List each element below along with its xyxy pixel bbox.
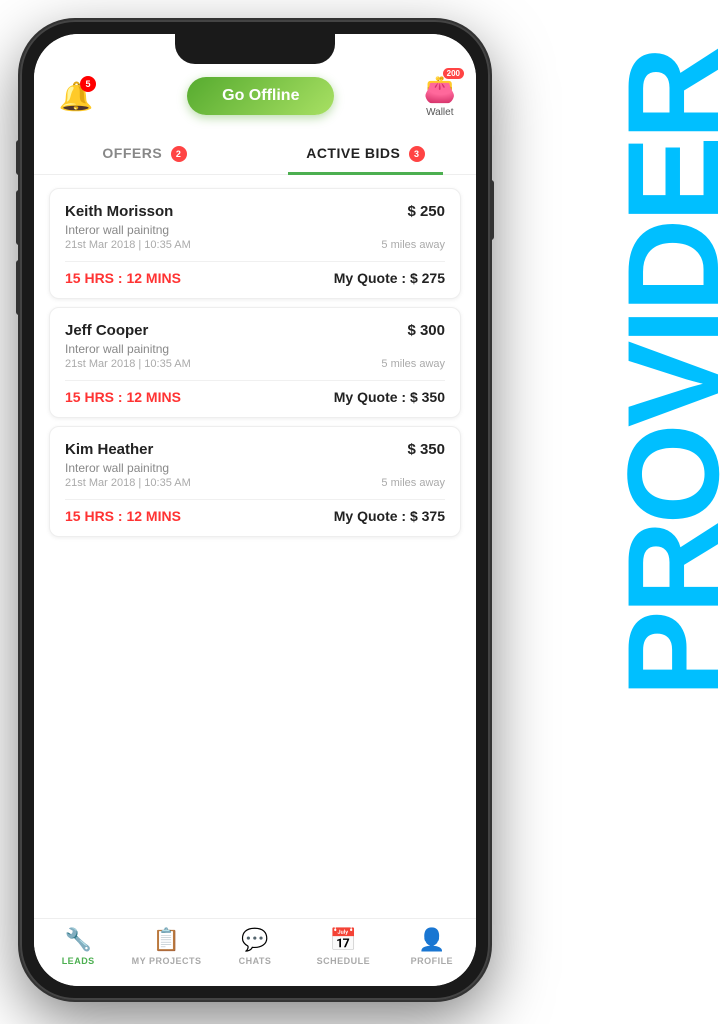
bid-top-row-2: Kim Heather $ 350 [65, 441, 445, 458]
bid-datetime-2: 21st Mar 2018 | 10:35 AM [65, 477, 191, 489]
tab-offers[interactable]: OFFERS 2 [34, 133, 255, 174]
my-projects-icon: 📋 [153, 927, 180, 953]
side-button-mute [16, 140, 20, 175]
bid-meta-0: 21st Mar 2018 | 10:35 AM 5 miles away [65, 239, 445, 251]
wallet-label: Wallet [426, 107, 453, 118]
leads-icon: 🔧 [65, 927, 92, 953]
bid-price-0: $ 250 [407, 203, 445, 220]
nav-label-schedule: SCHEDULE [317, 956, 371, 966]
bid-list: Keith Morisson $ 250 Interor wall painit… [34, 175, 476, 918]
bid-quote-0: My Quote : $ 275 [334, 270, 445, 286]
provider-background-text: PROVIDER [608, 50, 728, 697]
bid-bottom-0: 15 HRS : 12 MINS My Quote : $ 275 [65, 261, 445, 286]
tabs-container: OFFERS 2 ACTIVE BIDS 3 [34, 133, 476, 175]
nav-label-leads: LEADS [62, 956, 95, 966]
bid-distance-2: 5 miles away [381, 477, 445, 489]
nav-label-my-projects: MY PROJECTS [132, 956, 202, 966]
bid-service-0: Interor wall painitng [65, 223, 445, 237]
side-button-power [490, 180, 494, 240]
bid-bottom-2: 15 HRS : 12 MINS My Quote : $ 375 [65, 499, 445, 524]
bid-top-row-0: Keith Morisson $ 250 [65, 203, 445, 220]
tab-active-bids[interactable]: ACTIVE BIDS 3 [255, 133, 476, 174]
nav-item-leads[interactable]: 🔧 LEADS [34, 927, 122, 966]
bid-top-row-1: Jeff Cooper $ 300 [65, 322, 445, 339]
phone-screen: 🔔 5 Go Offline 👛 200 Wallet [34, 34, 476, 986]
notification-bell[interactable]: 🔔 5 [54, 74, 98, 118]
bid-distance-1: 5 miles away [381, 358, 445, 370]
wallet-badge: 200 [443, 68, 464, 79]
tab-offers-label: OFFERS [102, 145, 162, 161]
side-button-volume-up [16, 190, 20, 245]
app-content: 🔔 5 Go Offline 👛 200 Wallet [34, 34, 476, 986]
bid-distance-0: 5 miles away [381, 239, 445, 251]
nav-label-chats: CHATS [239, 956, 272, 966]
bid-bottom-1: 15 HRS : 12 MINS My Quote : $ 350 [65, 380, 445, 405]
bid-price-1: $ 300 [407, 322, 445, 339]
chats-icon: 💬 [241, 927, 268, 953]
bid-price-2: $ 350 [407, 441, 445, 458]
bid-card-1[interactable]: Jeff Cooper $ 300 Interor wall painitng … [49, 307, 461, 418]
bid-service-1: Interor wall painitng [65, 342, 445, 356]
wallet-area[interactable]: 👛 200 Wallet [424, 74, 456, 118]
bid-meta-1: 21st Mar 2018 | 10:35 AM 5 miles away [65, 358, 445, 370]
bid-datetime-1: 21st Mar 2018 | 10:35 AM [65, 358, 191, 370]
nav-item-chats[interactable]: 💬 CHATS [211, 927, 299, 966]
go-offline-button[interactable]: Go Offline [187, 77, 334, 115]
tab-offers-badge: 2 [171, 146, 187, 162]
bid-timer-2: 15 HRS : 12 MINS [65, 508, 181, 524]
bottom-nav: 🔧 LEADS 📋 MY PROJECTS 💬 CHATS 📅 SCHEDULE [34, 918, 476, 986]
bid-service-2: Interor wall painitng [65, 461, 445, 475]
bid-quote-1: My Quote : $ 350 [334, 389, 445, 405]
tab-active-bids-label: ACTIVE BIDS [306, 145, 400, 161]
bid-timer-0: 15 HRS : 12 MINS [65, 270, 181, 286]
nav-item-schedule[interactable]: 📅 SCHEDULE [299, 927, 387, 966]
side-button-volume-down [16, 260, 20, 315]
tab-active-bids-badge: 3 [409, 146, 425, 162]
bid-quote-2: My Quote : $ 375 [334, 508, 445, 524]
bell-badge: 5 [80, 76, 96, 92]
phone-notch [175, 34, 335, 64]
bid-name-0: Keith Morisson [65, 203, 173, 220]
phone-device: 🔔 5 Go Offline 👛 200 Wallet [20, 20, 490, 1000]
profile-icon: 👤 [418, 927, 445, 953]
phone-shell: 🔔 5 Go Offline 👛 200 Wallet [20, 20, 490, 1000]
bid-name-1: Jeff Cooper [65, 322, 148, 339]
schedule-icon: 📅 [330, 927, 357, 953]
bid-name-2: Kim Heather [65, 441, 153, 458]
bid-card-0[interactable]: Keith Morisson $ 250 Interor wall painit… [49, 188, 461, 299]
bid-datetime-0: 21st Mar 2018 | 10:35 AM [65, 239, 191, 251]
bid-meta-2: 21st Mar 2018 | 10:35 AM 5 miles away [65, 477, 445, 489]
nav-item-my-projects[interactable]: 📋 MY PROJECTS [122, 927, 210, 966]
bid-timer-1: 15 HRS : 12 MINS [65, 389, 181, 405]
nav-item-profile[interactable]: 👤 PROFILE [388, 927, 476, 966]
nav-label-profile: PROFILE [411, 956, 454, 966]
bid-card-2[interactable]: Kim Heather $ 350 Interor wall painitng … [49, 426, 461, 537]
